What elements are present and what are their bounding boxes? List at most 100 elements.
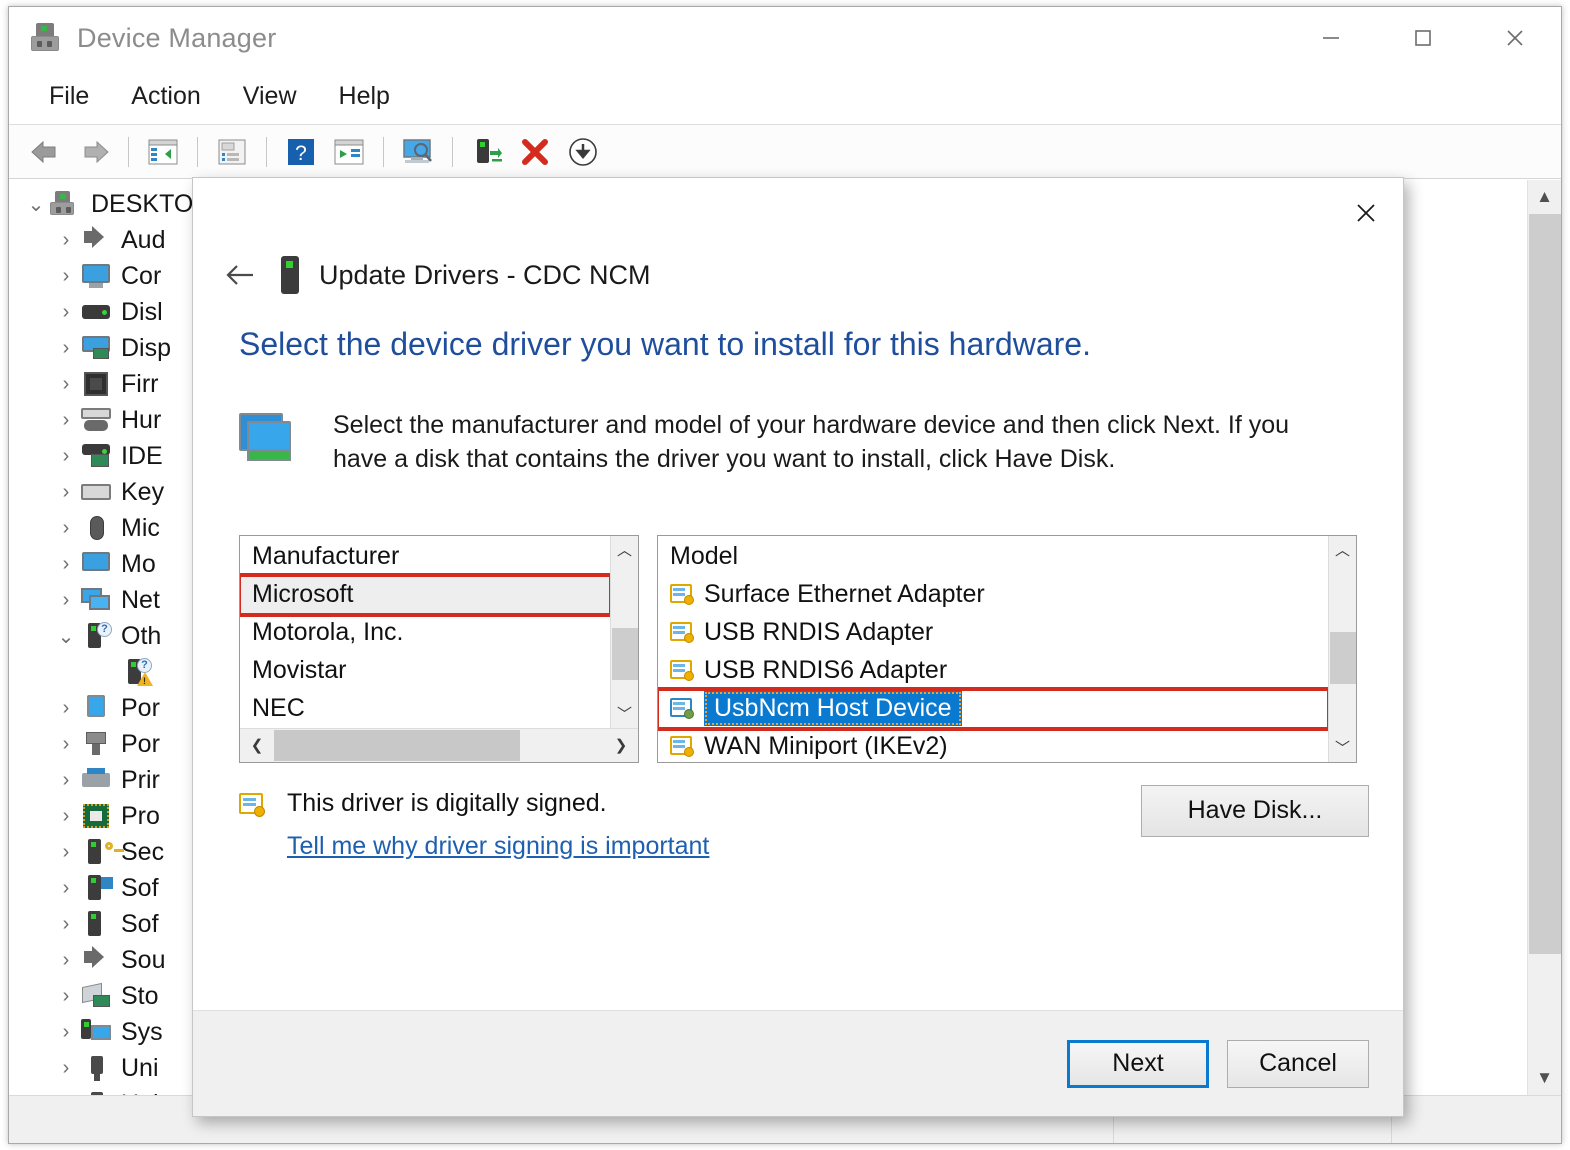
chevron-right-icon[interactable]: › [53, 769, 79, 792]
next-button[interactable]: Next [1067, 1039, 1209, 1088]
printer-icon [79, 766, 113, 794]
scroll-up-arrow-icon[interactable]: ︿ [1329, 536, 1356, 564]
chevron-right-icon[interactable]: › [53, 589, 79, 612]
menu-action[interactable]: Action [115, 78, 216, 115]
scroll-up-arrow-icon[interactable]: ︿ [611, 536, 638, 564]
scroll-right-arrow-icon[interactable]: ❯ [604, 729, 638, 762]
scan-for-hardware-changes-icon[interactable] [395, 131, 441, 173]
manufacturer-vertical-scrollbar[interactable]: ︿ ﹀ [610, 535, 638, 728]
chevron-right-icon[interactable]: › [53, 301, 79, 324]
software-component-icon [79, 874, 113, 902]
tree-item-label: Cor [121, 261, 162, 290]
list-item[interactable]: Motorola, Inc. [240, 614, 610, 652]
model-vertical-scrollbar[interactable]: ︿ ﹀ [1328, 535, 1356, 762]
dialog-close-icon[interactable] [1339, 190, 1393, 236]
scrollbar-thumb[interactable] [1330, 631, 1356, 684]
menu-file[interactable]: File [33, 78, 105, 115]
properties-icon[interactable] [209, 131, 255, 173]
show-hide-console-tree-icon[interactable] [140, 131, 186, 173]
driver-signing-link[interactable]: Tell me why driver signing is important [287, 832, 709, 861]
keyboard-icon [79, 478, 113, 506]
chevron-right-icon[interactable]: › [53, 337, 79, 360]
tree-item-label: Disl [121, 297, 163, 326]
scrollbar-thumb[interactable] [274, 729, 520, 761]
toolbar-separator [128, 136, 129, 167]
chevron-right-icon[interactable]: › [53, 877, 79, 900]
driver-icon [670, 735, 696, 758]
back-arrow-icon[interactable] [217, 255, 263, 295]
chevron-right-icon[interactable]: › [53, 373, 79, 396]
other-devices-icon: ? [79, 622, 113, 650]
dialog-title: Update Drivers - CDC NCM [319, 259, 651, 290]
minimize-button[interactable] [1285, 7, 1377, 69]
list-item[interactable]: Microsoft [240, 572, 610, 617]
chevron-right-icon[interactable]: › [53, 229, 79, 252]
page-title: Select the device driver you want to ins… [239, 326, 1091, 362]
manufacturer-listbox[interactable]: Manufacturer Microsoft Motorola, Inc. Mo… [239, 534, 639, 763]
tree-item-label: DESKTO [91, 189, 194, 218]
chevron-down-icon[interactable]: ⌄ [53, 624, 79, 649]
list-item[interactable]: WAN Miniport (IKEv2) [658, 728, 1328, 762]
driver-icon [670, 697, 696, 720]
have-disk-button[interactable]: Have Disk... [1141, 784, 1369, 837]
device-manager-icon [29, 21, 63, 55]
tree-item-label: Sto [121, 981, 159, 1010]
back-icon[interactable] [23, 131, 69, 173]
scroll-left-arrow-icon[interactable]: ❮ [240, 729, 274, 762]
chevron-right-icon[interactable]: › [53, 265, 79, 288]
chevron-right-icon[interactable]: › [53, 805, 79, 828]
maximize-button[interactable] [1377, 7, 1469, 69]
scroll-down-arrow-icon[interactable]: ▼ [1528, 1061, 1561, 1095]
list-item[interactable]: Movistar [240, 652, 610, 690]
chevron-right-icon[interactable]: › [53, 409, 79, 432]
update-driver-icon[interactable] [326, 131, 372, 173]
list-item[interactable]: USB RNDIS6 Adapter [658, 652, 1328, 690]
window-controls [1285, 7, 1561, 69]
chevron-right-icon[interactable]: › [53, 733, 79, 756]
disable-device-icon[interactable] [560, 131, 606, 173]
manufacturer-horizontal-scrollbar[interactable]: ❮ ❯ [240, 727, 638, 762]
title-bar: Device Manager [9, 7, 1561, 69]
list-item-selected[interactable]: UsbNcm Host Device [658, 686, 1328, 731]
driver-signing-row: This driver is digitally signed. Tell me… [239, 784, 1369, 861]
dialog-header: Update Drivers - CDC NCM [193, 178, 1403, 300]
chevron-right-icon[interactable]: › [53, 949, 79, 972]
chevron-right-icon[interactable]: › [53, 841, 79, 864]
chevron-right-icon[interactable]: › [53, 517, 79, 540]
tree-item-label: Net [121, 585, 160, 614]
enable-device-icon[interactable] [464, 131, 510, 173]
firmware-chip-icon [79, 370, 113, 398]
scroll-down-arrow-icon[interactable]: ﹀ [611, 700, 638, 728]
scroll-up-arrow-icon[interactable]: ▲ [1528, 180, 1561, 214]
monitor-icon [79, 262, 113, 290]
scroll-down-arrow-icon[interactable]: ﹀ [1329, 734, 1356, 762]
menu-view[interactable]: View [227, 78, 313, 115]
uninstall-device-icon[interactable] [512, 131, 558, 173]
list-item[interactable]: USB RNDIS Adapter [658, 614, 1328, 652]
chevron-right-icon[interactable]: › [53, 445, 79, 468]
menu-help[interactable]: Help [323, 78, 406, 115]
chevron-right-icon[interactable]: › [53, 481, 79, 504]
driver-icon [670, 583, 696, 606]
tree-item-label: Disp [121, 333, 172, 362]
cancel-button[interactable]: Cancel [1227, 1039, 1369, 1088]
close-button[interactable] [1469, 7, 1561, 69]
scrollbar-thumb[interactable] [1529, 214, 1561, 954]
help-icon[interactable]: ? [278, 131, 324, 173]
list-item[interactable]: Surface Ethernet Adapter [658, 576, 1328, 614]
list-item[interactable]: NEC [240, 690, 610, 728]
chevron-right-icon[interactable]: › [53, 1021, 79, 1044]
main-vertical-scrollbar[interactable]: ▲ ▼ [1527, 180, 1561, 1095]
chevron-right-icon[interactable]: › [53, 1057, 79, 1080]
chevron-down-icon[interactable]: ⌄ [23, 192, 49, 217]
scrollbar-thumb[interactable] [612, 627, 638, 680]
model-listbox[interactable]: Model Surface Ethernet Adapter USB RNDIS… [657, 534, 1357, 763]
chevron-right-icon[interactable]: › [53, 553, 79, 576]
tree-item-label: Sys [121, 1017, 163, 1046]
chevron-right-icon[interactable]: › [53, 985, 79, 1008]
monitor-icon [79, 550, 113, 578]
chevron-right-icon[interactable]: › [53, 913, 79, 936]
forward-icon[interactable] [71, 131, 117, 173]
chevron-right-icon[interactable]: › [53, 697, 79, 720]
tree-item-label: IDE [121, 441, 163, 470]
